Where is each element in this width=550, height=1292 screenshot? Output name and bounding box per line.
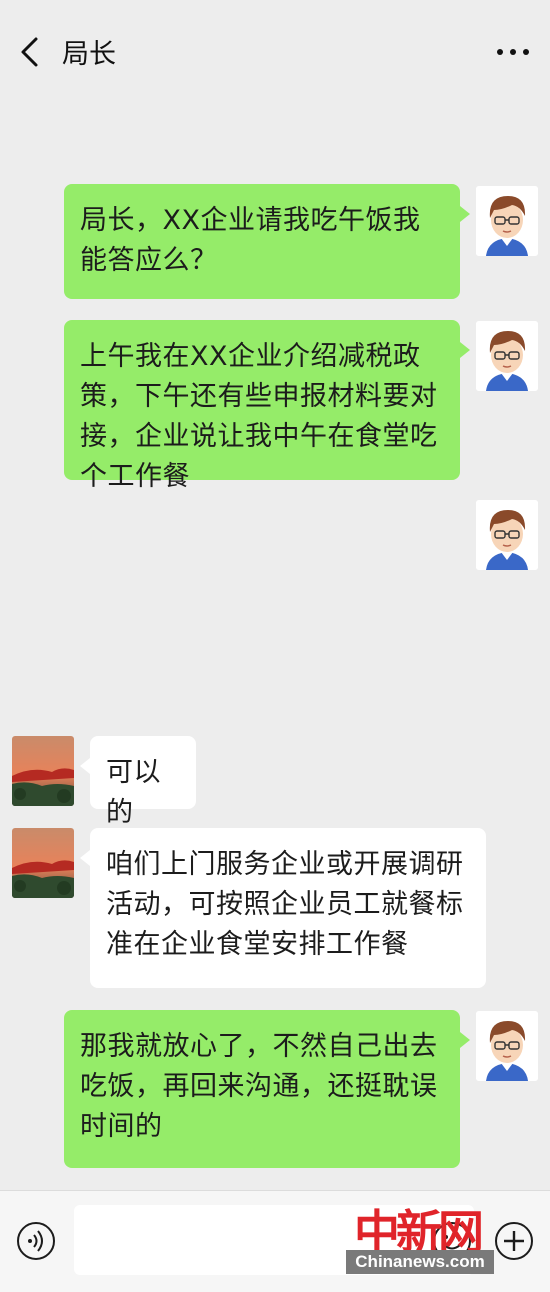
cartoon-man-avatar-icon: [476, 1011, 538, 1081]
message-text: 咱们上门服务企业或开展调研活动，可按照企业员工就餐标准在企业食堂安排工作餐: [106, 849, 464, 960]
voice-icon[interactable]: [16, 1221, 56, 1261]
avatar-self[interactable]: [476, 186, 538, 256]
cartoon-man-avatar-icon: [476, 500, 538, 570]
watermark-url: Chinanews.com: [346, 1250, 494, 1274]
plus-circle-icon[interactable]: [494, 1221, 534, 1261]
chevron-left-icon[interactable]: [18, 36, 42, 68]
message-text: 局长，XX企业请我吃午饭我能答应么？: [80, 205, 421, 276]
message-text: 那我就放心了，不然自己出去吃饭，再回来沟通，还挺耽误时间的: [80, 1031, 438, 1142]
message-text: 可以的: [106, 757, 161, 828]
chat-title: 局长: [62, 39, 116, 70]
ellipsis-icon[interactable]: [496, 44, 530, 60]
message-bubble-sent[interactable]: 局长，XX企业请我吃午饭我能答应么？: [64, 184, 470, 299]
chat-header: 局长: [0, 0, 550, 100]
landscape-sunset-avatar-icon: [12, 736, 74, 806]
chinanews-watermark: 中新网 Chinanews.com: [346, 1196, 496, 1280]
avatar-self[interactable]: [476, 500, 538, 570]
avatar-contact[interactable]: [12, 828, 74, 898]
message-bubble-received[interactable]: 咱们上门服务企业或开展调研活动，可按照企业员工就餐标准在企业食堂安排工作餐: [80, 828, 486, 988]
avatar-contact[interactable]: [12, 736, 74, 806]
landscape-sunset-avatar-icon: [12, 828, 74, 898]
cartoon-man-avatar-icon: [476, 186, 538, 256]
cartoon-man-avatar-icon: [476, 321, 538, 391]
message-bubble-sent[interactable]: 上午我在XX企业介绍减税政策，下午还有些申报材料要对接，企业说让我中午在食堂吃个…: [64, 320, 470, 492]
message-bubble-sent[interactable]: 那我就放心了，不然自己出去吃饭，再回来沟通，还挺耽误时间的: [64, 1010, 470, 1168]
avatar-self[interactable]: [476, 321, 538, 391]
message-bubble-received[interactable]: 可以的: [80, 736, 196, 828]
avatar-self[interactable]: [476, 1011, 538, 1081]
message-text: 上午我在XX企业介绍减税政策，下午还有些申报材料要对接，企业说让我中午在食堂吃个…: [80, 341, 438, 492]
